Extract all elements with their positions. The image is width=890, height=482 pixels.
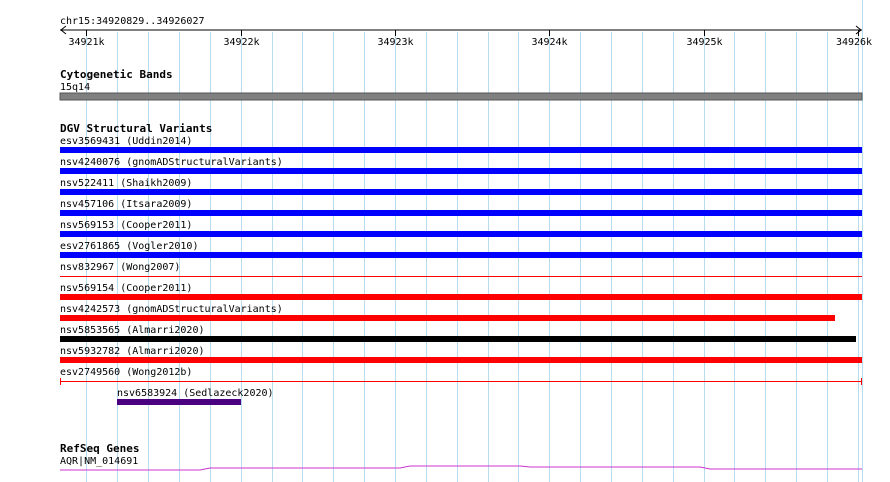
dgv-variant-label[interactable]: nsv457106 (Itsara2009): [60, 199, 192, 210]
dgv-variant-label[interactable]: nsv4240076 (gnomADStructuralVariants): [60, 157, 283, 168]
dgv-variant[interactable]: esv2749560 (Wong2012b): [60, 367, 862, 385]
dgv-variant-bar[interactable]: [60, 168, 862, 174]
ruler-ticks: 34921k 34922k 34923k 34924k 34925k 34926k: [68, 30, 872, 48]
dgv-variant-label[interactable]: nsv569153 (Cooper2011): [60, 220, 192, 231]
dgv-variant-label[interactable]: esv2761865 (Vogler2010): [60, 241, 198, 252]
dgv-variant-bar[interactable]: [117, 399, 241, 405]
genome-browser-panel[interactable]: chr15:34920829..34926027 34921k 34922k 349…: [0, 0, 890, 482]
dgv-variant-bar[interactable]: [60, 252, 862, 258]
dgv-variant[interactable]: nsv457106 (Itsara2009): [60, 199, 862, 216]
dgv-variant-label[interactable]: nsv832967 (Wong2007): [60, 262, 180, 273]
dgv-variant-bar[interactable]: [60, 315, 835, 321]
ruler-tick-label: 34926k: [836, 37, 872, 48]
dgv-variant[interactable]: nsv522411 (Shaikh2009): [60, 178, 862, 195]
dgv-variant[interactable]: nsv569154 (Cooper2011): [60, 283, 862, 300]
dgv-variant[interactable]: nsv5932782 (Almarri2020): [60, 346, 862, 363]
dgv-variant-bar[interactable]: [60, 147, 862, 153]
dgv-track[interactable]: DGV Structural Variants esv3569431 (Uddi…: [60, 122, 862, 405]
ruler-tick-label: 34925k: [686, 37, 722, 48]
dgv-track-title: DGV Structural Variants: [60, 122, 212, 135]
cytoband-track-title: Cytogenetic Bands: [60, 68, 173, 81]
dgv-variant-bar[interactable]: [60, 357, 862, 363]
ruler-tick-label: 34921k: [68, 37, 104, 48]
dgv-variant-label[interactable]: nsv6583924 (Sedlazeck2020): [117, 388, 274, 399]
dgv-features[interactable]: esv3569431 (Uddin2014) nsv4240076 (gnomAD…: [60, 136, 862, 405]
dgv-variant[interactable]: nsv4240076 (gnomADStructuralVariants): [60, 157, 862, 174]
refseq-track-title: RefSeq Genes: [60, 442, 139, 455]
ruler-tick-label: 34923k: [377, 37, 413, 48]
refseq-gene-feature[interactable]: [60, 465, 862, 471]
cytoband-label: 15q14: [60, 82, 90, 93]
grid-lines: [86, 0, 863, 482]
dgv-variant-bar[interactable]: [60, 336, 856, 342]
dgv-variant[interactable]: nsv6583924 (Sedlazeck2020): [117, 388, 274, 405]
dgv-variant-bar[interactable]: [60, 210, 862, 216]
dgv-variant[interactable]: nsv569153 (Cooper2011): [60, 220, 862, 237]
cytoband-bar[interactable]: [59, 92, 863, 101]
refseq-track[interactable]: RefSeq Genes AQR|NM_014691: [60, 442, 862, 471]
dgv-variant-label[interactable]: nsv569154 (Cooper2011): [60, 283, 192, 294]
dgv-variant-label[interactable]: nsv5853565 (Almarri2020): [60, 325, 205, 336]
ruler-tick-label: 34922k: [223, 37, 259, 48]
dgv-variant[interactable]: nsv4242573 (gnomADStructuralVariants): [60, 304, 835, 321]
dgv-variant-label[interactable]: esv3569431 (Uddin2014): [60, 136, 192, 147]
cytoband-track[interactable]: Cytogenetic Bands 15q14: [59, 68, 863, 101]
dgv-variant-bar[interactable]: [60, 189, 862, 195]
ruler: chr15:34920829..34926027 34921k 34922k 349…: [60, 16, 872, 48]
dgv-variant-label[interactable]: nsv4242573 (gnomADStructuralVariants): [60, 304, 283, 315]
dgv-variant[interactable]: esv2761865 (Vogler2010): [60, 241, 862, 258]
ruler-tick-label: 34924k: [531, 37, 567, 48]
dgv-variant[interactable]: nsv832967 (Wong2007): [60, 262, 862, 277]
dgv-variant-label[interactable]: esv2749560 (Wong2012b): [60, 367, 192, 378]
dgv-variant-bar[interactable]: [60, 294, 862, 300]
dgv-variant[interactable]: esv3569431 (Uddin2014): [60, 136, 862, 153]
refseq-gene-label[interactable]: AQR|NM_014691: [60, 456, 138, 467]
dgv-variant-label[interactable]: nsv522411 (Shaikh2009): [60, 178, 192, 189]
ruler-range-label: chr15:34920829..34926027: [60, 16, 205, 27]
dgv-variant-label[interactable]: nsv5932782 (Almarri2020): [60, 346, 205, 357]
dgv-variant-bar[interactable]: [60, 231, 862, 237]
